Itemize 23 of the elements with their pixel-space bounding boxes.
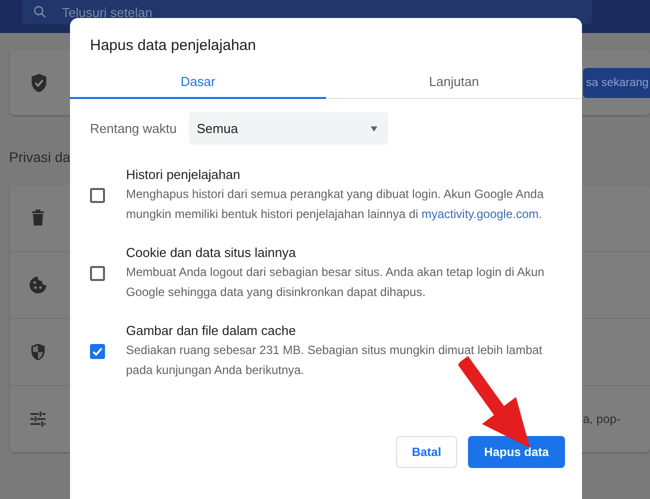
sliders-icon — [28, 409, 48, 429]
row-description: a, pop- — [583, 412, 622, 426]
field-label: Rentang waktu — [90, 121, 177, 136]
cookie-icon — [28, 275, 48, 295]
tab[interactable]: Lanjutan — [326, 65, 582, 99]
checkbox[interactable] — [90, 344, 105, 358]
option-title: Gambar dan file dalam cache — [126, 322, 297, 340]
section-title: Privasi da — [9, 149, 72, 165]
option-description: Sediakan ruang sebesar 231 MB. Sebagian situs mungkin dimuat lebih lambat pada kunjungan Anda berikutnya. — [126, 342, 544, 379]
search-icon — [32, 4, 48, 20]
option-description: Membuat Anda logout dari sebagian besar situs. Anda akan tetap login di Akun Google sehingga data yang disinkronkan dapat dihapus. — [126, 264, 546, 301]
option-title: Cookie dan data situs lainnya — [126, 244, 297, 262]
cancel-button[interactable]: Batal — [396, 436, 457, 468]
checkbox[interactable] — [90, 188, 105, 202]
dialog-title: Hapus data penjelajahan — [89, 36, 257, 54]
checkbox[interactable] — [90, 266, 105, 280]
tab[interactable]: Dasar — [70, 65, 326, 99]
check-now-button[interactable]: sa sekarang — [583, 68, 650, 98]
option-description: Menghapus histori dari semua perangkat yang dibuat login. Akun Google Anda mungkin memiliki bentuk histori penjelajahan lainnya di myactivity.google.com. — [126, 186, 545, 223]
option-title: Histori penjelajahan — [126, 166, 242, 184]
time-range-dropdown[interactable]: Semua — [188, 112, 388, 145]
delete-data-button[interactable]: Hapus data — [468, 436, 565, 468]
link[interactable]: myactivity.google.com — [422, 207, 539, 221]
